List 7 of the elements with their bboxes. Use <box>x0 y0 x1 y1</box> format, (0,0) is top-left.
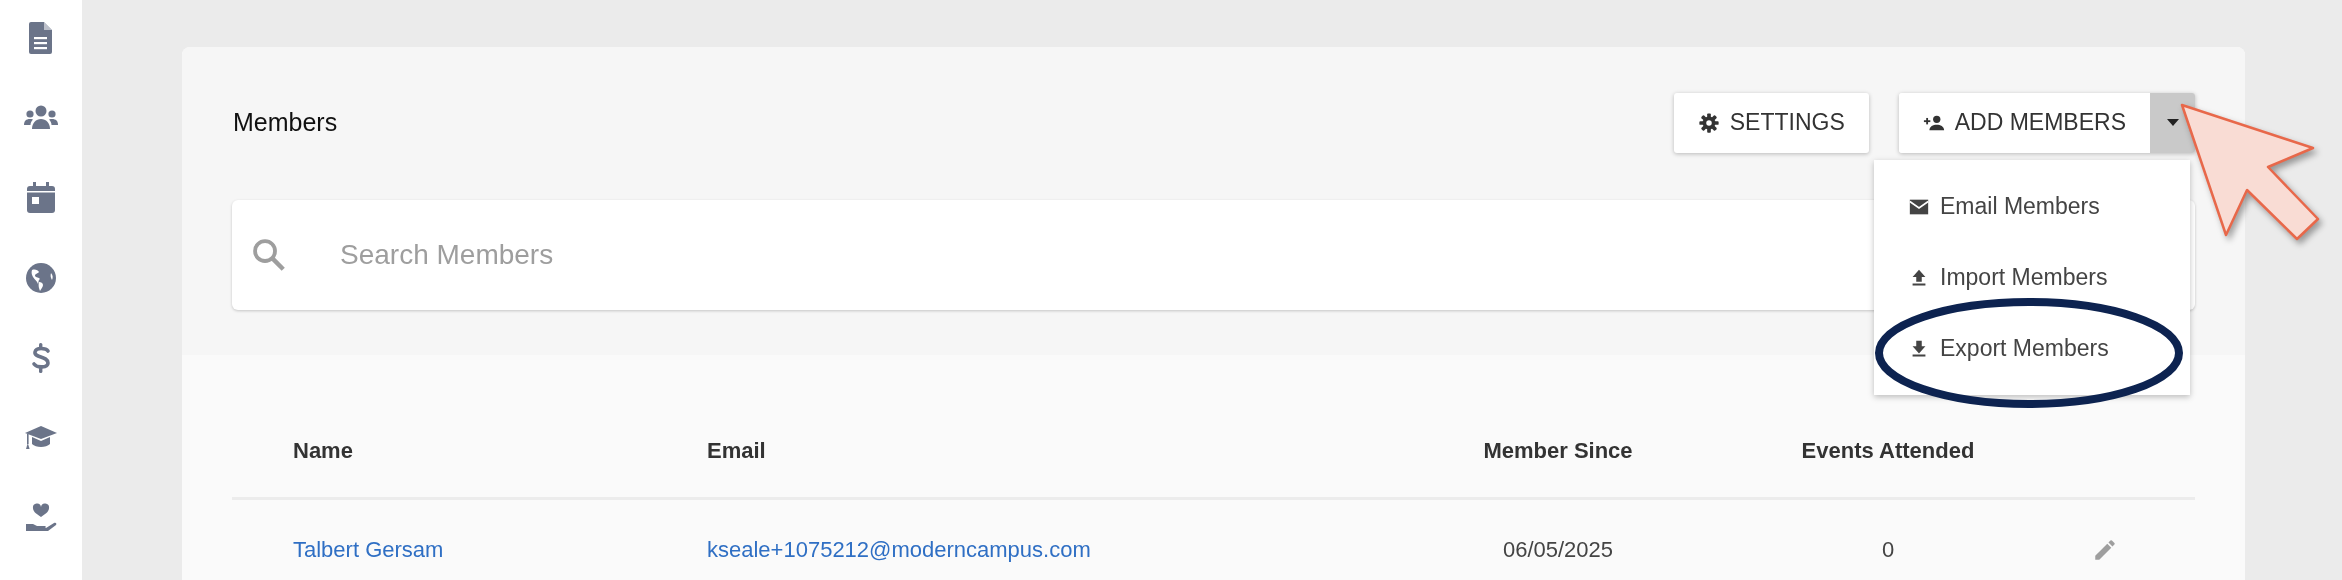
column-header: Name <box>293 438 354 464</box>
column-header: Email <box>707 438 767 464</box>
panel-title: Members <box>232 108 339 137</box>
column-header: Events Attended <box>1800 438 1976 464</box>
table-cell-text: 0 <box>1880 537 1896 563</box>
table-cell-text: 06/05/2025 <box>1501 537 1615 563</box>
column-header: Member Since <box>1482 438 1634 464</box>
